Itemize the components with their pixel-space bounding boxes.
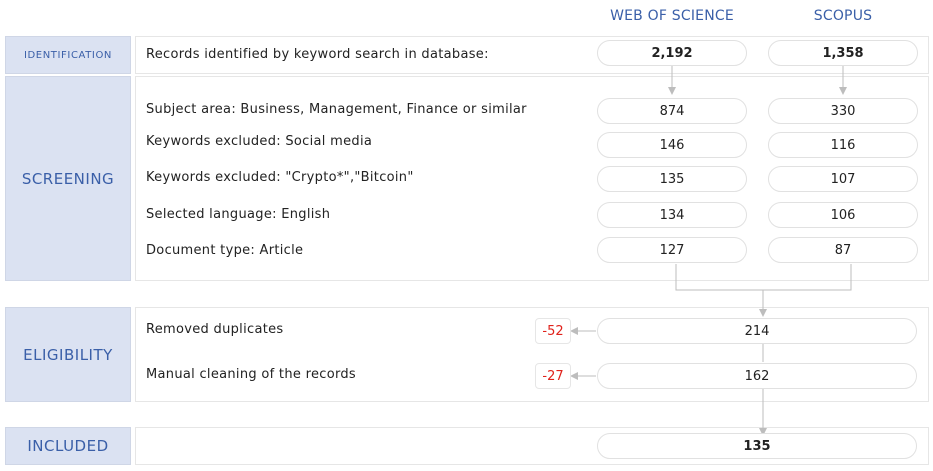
removed-duplicates-count: -52 [535,318,571,344]
screening-scopus-subject-area: 330 [768,98,918,124]
screening-scopus-social-media: 116 [768,132,918,158]
eligibility-duplicates-count: 214 [597,318,917,344]
screening-scopus-document-type: 87 [768,237,918,263]
identification-wos-count: 2,192 [597,40,747,66]
eligibility-label-duplicates: Removed duplicates [146,322,284,337]
screening-label-social-media: Keywords excluded: Social media [146,134,373,149]
screening-wos-social-media: 146 [597,132,747,158]
screening-scopus-language: 106 [768,202,918,228]
screening-wos-language: 134 [597,202,747,228]
included-count: 135 [597,433,917,459]
screening-label-document-type: Document type: Article [146,243,304,258]
screening-wos-document-type: 127 [597,237,747,263]
screening-label-crypto: Keywords excluded: "Crypto*","Bitcoin" [146,170,414,185]
screening-label-language: Selected language: English [146,207,331,222]
merge-bracket [675,264,852,291]
identification-label: Records identified by keyword search in … [146,47,489,62]
eligibility-manual-count: 162 [597,363,917,389]
identification-scopus-count: 1,358 [768,40,918,66]
screening-wos-crypto: 135 [597,166,747,192]
screening-label-subject-area: Subject area: Business, Management, Fina… [146,102,527,117]
removed-manual-count: -27 [535,363,571,389]
eligibility-label-manual: Manual cleaning of the records [146,367,356,382]
screening-wos-subject-area: 874 [597,98,747,124]
screening-scopus-crypto: 107 [768,166,918,192]
flow-connectors [570,66,852,436]
